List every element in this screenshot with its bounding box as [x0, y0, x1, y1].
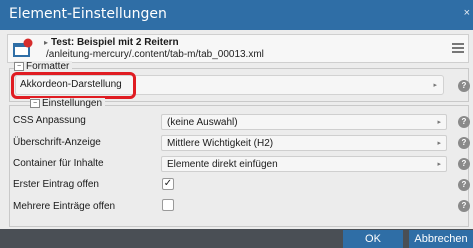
setting-label-css: CSS Anpassung	[13, 115, 86, 126]
close-icon[interactable]: ×	[464, 7, 470, 19]
file-header: ▸ Test: Beispiel mit 2 Reitern /anleitung…	[7, 34, 469, 63]
setting-label-multiple-open: Mehrere Einträge offen	[13, 201, 116, 212]
select-arrow-icon: ▸	[437, 161, 441, 168]
file-name: Test: Beispiel mit 2 Reitern	[51, 37, 179, 48]
highlight-annotation	[11, 72, 136, 99]
setting-label-heading: Überschrift-Anzeige	[13, 137, 101, 148]
help-icon[interactable]: ?	[458, 80, 470, 92]
file-with-red-badge-icon	[13, 38, 33, 57]
collapse-icon[interactable]: −	[14, 62, 24, 71]
file-path: /anleitung-mercury/.content/tab-m/tab_00…	[46, 49, 264, 60]
select-arrow-icon: ▸	[437, 119, 441, 126]
select-arrow-icon: ▸	[437, 140, 441, 147]
dialog-title: Element-Einstellungen	[9, 6, 167, 22]
dialog-titlebar: Element-Einstellungen ×	[0, 0, 473, 30]
help-icon[interactable]: ?	[458, 158, 470, 170]
help-icon[interactable]: ?	[458, 179, 470, 191]
help-icon[interactable]: ?	[458, 116, 470, 128]
container-select[interactable]: Elemente direkt einfügen ▸	[161, 156, 447, 172]
expand-triangle-icon[interactable]: ▸	[44, 38, 48, 47]
css-select[interactable]: (keine Auswahl) ▸	[161, 114, 447, 130]
heading-select-value: Mittlere Wichtigkeit (H2)	[167, 138, 274, 149]
collapse-icon[interactable]: −	[30, 99, 40, 108]
settings-section-label: Einstellungen	[42, 98, 103, 109]
formatter-section-label: Formatter	[26, 61, 70, 72]
first-open-checkbox[interactable]: ✓	[162, 178, 174, 190]
settings-dialog: Element-Einstellungen × ▸ Test: Beispiel …	[0, 0, 473, 248]
container-select-value: Elemente direkt einfügen	[167, 159, 278, 170]
ok-button[interactable]: OK	[343, 230, 403, 248]
setting-label-container: Container für Inhalte	[13, 158, 104, 169]
setting-label-first-open: Erster Eintrag offen	[13, 179, 99, 190]
select-arrow-icon: ▸	[433, 82, 437, 89]
css-select-value: (keine Auswahl)	[167, 117, 238, 128]
file-title: ▸ Test: Beispiel mit 2 Reitern	[44, 37, 179, 48]
help-icon[interactable]: ?	[458, 137, 470, 149]
settings-section-header[interactable]: − Einstellungen	[30, 98, 106, 110]
help-icon[interactable]: ?	[458, 200, 470, 212]
hamburger-icon[interactable]	[452, 43, 464, 55]
multiple-open-checkbox[interactable]	[162, 199, 174, 211]
heading-select[interactable]: Mittlere Wichtigkeit (H2) ▸	[161, 135, 447, 151]
cancel-button[interactable]: Abbrechen	[409, 230, 473, 248]
